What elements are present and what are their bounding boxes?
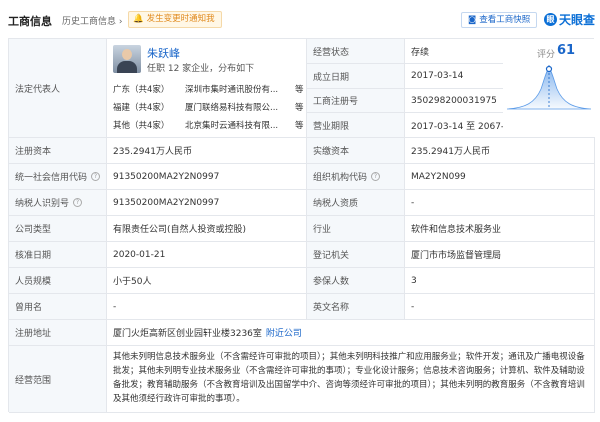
- type-label: 公司类型: [9, 216, 107, 242]
- credit-value: 91350200MA2Y2N0997: [107, 164, 307, 190]
- more-text: 等: [295, 85, 304, 95]
- brand-logo: 眼 天眼查: [544, 11, 595, 28]
- english-value: -: [405, 294, 595, 320]
- province-count: 其他（共4家）: [113, 121, 170, 131]
- regno-label: 工商注册号: [307, 89, 405, 113]
- former-label: 曾用名: [9, 294, 107, 320]
- address-cell: 厦门火炬高新区创业园轩业楼3236室 附近公司: [107, 320, 595, 346]
- founded-label: 成立日期: [307, 64, 405, 89]
- english-label: 英文名称: [307, 294, 405, 320]
- legal-rep-cell: 朱跃峰 任职 12 家企业，分布如下 广东（共4家） 深圳市集时通讯股份有... 等…: [107, 39, 307, 138]
- scope-value: 其他未列明信息技术服务业（不含需经许可审批的项目）；其他未列明科技推广和应用服务…: [107, 346, 595, 413]
- tax-label-text: 纳税人识别号: [15, 199, 70, 209]
- help-icon[interactable]: ?: [73, 198, 83, 207]
- former-value: -: [107, 294, 307, 320]
- snapshot-label: 查看工商快照: [479, 15, 531, 25]
- legal-rep-label: 法定代表人: [9, 39, 107, 138]
- province-count: 广东（共4家）: [113, 85, 170, 95]
- change-notify-label: 发生变更时通知我: [146, 14, 215, 24]
- credit-label-text: 统一社会信用代码: [15, 173, 88, 183]
- company-link[interactable]: 深圳市集时通讯股份有...: [185, 83, 295, 95]
- authority-label: 登记机关: [307, 242, 405, 268]
- bell-icon: 🔔: [133, 14, 144, 24]
- brand-name: 天眼查: [559, 13, 596, 27]
- regno-value: 350298200031975: [405, 89, 503, 113]
- size-label: 人员规模: [9, 268, 107, 294]
- taxq-value: -: [405, 190, 595, 216]
- founded-value: 2017-03-14: [405, 64, 503, 89]
- credit-label: 统一社会信用代码?: [9, 164, 107, 190]
- score-widget[interactable]: 评分 61: [503, 39, 595, 138]
- help-icon[interactable]: ?: [371, 172, 381, 181]
- list-item[interactable]: 广东（共4家） 深圳市集时通讯股份有... 等: [113, 83, 304, 95]
- tax-label: 纳税人识别号?: [9, 190, 107, 216]
- org-label-text: 组织机构代码: [313, 173, 368, 183]
- capital-value: 235.2941万人民币: [107, 138, 307, 164]
- approve-label: 核准日期: [9, 242, 107, 268]
- term-label: 营业期限: [307, 113, 405, 138]
- company-info-panel: 工商信息 历史工商信息 › 🔔 发生变更时通知我 ◙ 查看工商快照 眼 天眼查 …: [0, 0, 600, 422]
- authority-value: 厦门市市场监督管理局: [405, 242, 595, 268]
- help-icon[interactable]: ?: [91, 172, 100, 181]
- taxq-label: 纳税人资质: [307, 190, 405, 216]
- more-text: 等: [295, 103, 304, 113]
- avatar[interactable]: [113, 45, 141, 73]
- tax-value: 91350200MA2Y2N0997: [107, 190, 307, 216]
- company-link[interactable]: 北京集时云通科技有限...: [185, 119, 295, 131]
- province-count: 福建（共4家）: [113, 103, 170, 113]
- list-item[interactable]: 福建（共4家） 厦门联络易科技有限公... 等: [113, 101, 304, 113]
- capital-label: 注册资本: [9, 138, 107, 164]
- score-value: 61: [557, 43, 576, 58]
- snapshot-button[interactable]: ◙ 查看工商快照: [461, 12, 538, 28]
- eye-logo-icon: 眼: [544, 13, 557, 26]
- legal-rep-name[interactable]: 朱跃峰: [147, 45, 180, 61]
- legal-rep-summary: 任职 12 家企业，分布如下: [147, 64, 255, 74]
- history-link[interactable]: 历史工商信息 ›: [62, 14, 123, 27]
- approve-value: 2020-01-21: [107, 242, 307, 268]
- chevron-right-icon: ›: [118, 17, 123, 27]
- org-value: MA2Y2N099: [405, 164, 595, 190]
- history-label: 历史工商信息: [62, 17, 117, 27]
- change-notify-button[interactable]: 🔔 发生变更时通知我: [128, 11, 222, 28]
- size-value: 小于50人: [107, 268, 307, 294]
- type-value: 有限责任公司(自然人投资或控股): [107, 216, 307, 242]
- org-label: 组织机构代码?: [307, 164, 405, 190]
- insured-value: 3: [405, 268, 595, 294]
- company-link[interactable]: 厦门联络易科技有限公...: [185, 101, 295, 113]
- insured-label: 参保人数: [307, 268, 405, 294]
- score-marker: [545, 65, 553, 73]
- industry-label: 行业: [307, 216, 405, 242]
- address-label: 注册地址: [9, 320, 107, 346]
- info-table: 法定代表人 朱跃峰 任职 12 家企业，分布如下 广东（共4家） 深圳市集时通讯股…: [8, 38, 595, 413]
- camera-icon: ◙: [468, 15, 477, 25]
- status-value: 存续: [405, 39, 503, 64]
- paid-value: 235.2941万人民币: [405, 138, 595, 164]
- paid-label: 实缴资本: [307, 138, 405, 164]
- section-header: 工商信息 历史工商信息 › 🔔 发生变更时通知我 ◙ 查看工商快照 眼 天眼查: [0, 0, 600, 34]
- scope-label: 经营范围: [9, 346, 107, 413]
- status-label: 经营状态: [307, 39, 405, 64]
- more-text: 等: [295, 121, 304, 131]
- section-title: 工商信息: [8, 15, 52, 28]
- score-bell-curve: [506, 65, 592, 110]
- address-value: 厦门火炬高新区创业园轩业楼3236室: [113, 329, 262, 339]
- list-item[interactable]: 其他（共4家） 北京集时云通科技有限... 等: [113, 119, 304, 131]
- industry-value: 软件和信息技术服务业: [405, 216, 595, 242]
- nearby-companies-link[interactable]: 附近公司: [266, 326, 302, 339]
